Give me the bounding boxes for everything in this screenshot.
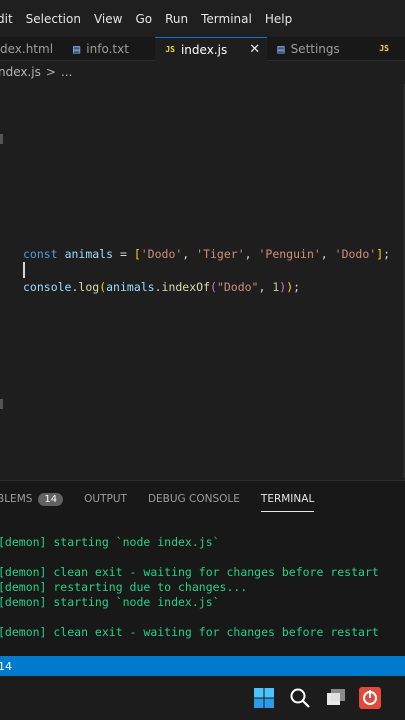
status-problems-count[interactable]: 14 <box>0 660 12 673</box>
tab-output[interactable]: OUTPUT <box>84 481 127 517</box>
app-icon[interactable] <box>358 686 382 710</box>
taskbar <box>0 676 405 720</box>
menu-help[interactable]: Help <box>265 12 292 26</box>
tab-settings[interactable]: ▤ Settings <box>267 37 371 60</box>
tab-label: DEBUG CONSOLE <box>147 493 240 505</box>
code-line-3: console.log(animals.indexOf("Dodo", 1)); <box>23 280 301 294</box>
tab-label: index.js <box>180 42 228 57</box>
tab-label: info.txt <box>86 41 129 56</box>
status-bar: 14 <box>0 656 405 676</box>
bottom-panel: BLEMS 14 OUTPUT DEBUG CONSOLE TERMINAL [… <box>0 480 405 657</box>
code-line-1: const animals = ['Dodo', 'Tiger', 'Pengu… <box>23 247 391 261</box>
text-file-icon: ▤ <box>73 41 81 56</box>
text-cursor <box>23 262 25 278</box>
tab-problems[interactable]: BLEMS 14 <box>0 481 64 517</box>
tab-terminal[interactable]: TERMINAL <box>260 481 315 517</box>
terminal-line: [demon] starting `node index.js` <box>0 595 220 609</box>
gutter-marker <box>0 134 3 144</box>
tab-label: Settings <box>290 41 340 56</box>
search-icon[interactable] <box>288 686 312 710</box>
menu-run[interactable]: Run <box>165 12 188 26</box>
problems-count-badge: 14 <box>38 492 64 506</box>
tab-info-txt[interactable]: ▤ info.txt <box>63 37 155 60</box>
menu-terminal[interactable]: Terminal <box>201 12 252 26</box>
breadcrumb-file[interactable]: ndex.js <box>0 65 41 79</box>
tab-index-html[interactable]: dex.html <box>0 37 63 60</box>
terminal-line: [demon] clean exit - waiting for changes… <box>0 625 379 639</box>
tab-label: dex.html <box>0 41 54 56</box>
menu-bar: dit Selection View Go Run Terminal Help <box>0 0 405 37</box>
tab-debug-console[interactable]: DEBUG CONSOLE <box>148 481 240 517</box>
settings-icon: ▤ <box>277 41 285 56</box>
breadcrumb: ndex.js > ... <box>0 61 405 83</box>
tab-js-file[interactable]: JS <box>371 37 405 60</box>
close-icon[interactable]: ✕ <box>249 42 260 57</box>
menu-edit[interactable]: dit <box>0 12 13 26</box>
breadcrumb-symbol[interactable]: ... <box>61 65 72 79</box>
chevron-right-icon: > <box>45 65 56 79</box>
panel-tab-bar: BLEMS 14 OUTPUT DEBUG CONSOLE TERMINAL <box>0 481 405 517</box>
tab-label: BLEMS <box>0 493 33 505</box>
tab-label: OUTPUT <box>84 493 127 505</box>
editor-tab-bar: dex.html ▤ info.txt JS index.js ✕ ▤ Sett… <box>0 37 405 61</box>
terminal-line: [demon] restarting due to changes... <box>0 580 248 594</box>
terminal-line: [demon] starting `node index.js` <box>0 535 220 549</box>
code-editor[interactable]: const animals = ['Dodo', 'Tiger', 'Pengu… <box>0 84 405 478</box>
windows-start-icon[interactable] <box>252 686 276 710</box>
task-view-icon[interactable] <box>324 686 348 710</box>
js-icon: JS <box>379 44 389 53</box>
tab-index-js[interactable]: JS index.js ✕ <box>155 37 268 61</box>
gutter-marker <box>0 399 3 409</box>
tab-label: TERMINAL <box>260 493 315 505</box>
menu-go[interactable]: Go <box>135 12 152 26</box>
terminal-line: [demon] clean exit - waiting for changes… <box>0 565 379 579</box>
menu-selection[interactable]: Selection <box>26 12 81 26</box>
js-icon: JS <box>165 45 175 54</box>
menu-view[interactable]: View <box>94 12 122 26</box>
